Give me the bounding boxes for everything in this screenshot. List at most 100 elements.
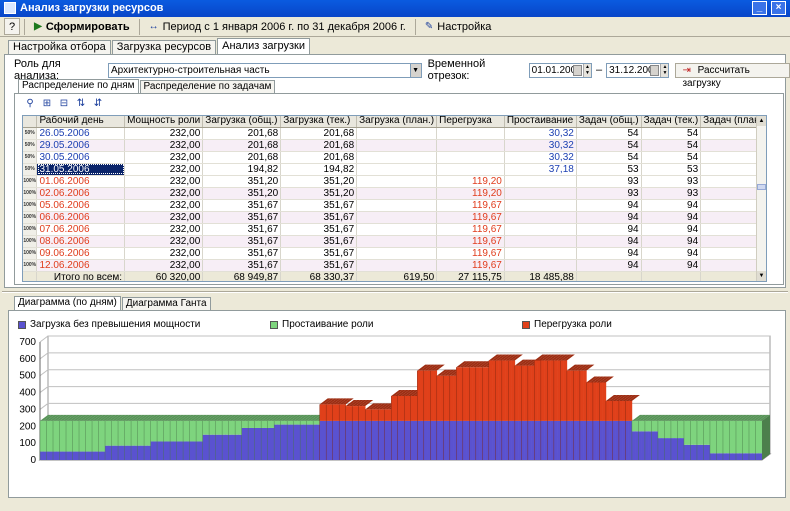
table-cell-tot[interactable]: 351,67 [202, 211, 282, 224]
sort-asc-icon[interactable]: ⇅ [75, 98, 87, 110]
table-cell-over[interactable]: 119,67 [436, 259, 505, 272]
filter-clear-icon[interactable]: ⊟ [58, 98, 70, 110]
table-cell-t-cur[interactable]: 94 [641, 211, 702, 224]
col-load-current[interactable]: Загрузка (тек.) [280, 116, 358, 128]
table-cell-cap[interactable]: 232,00 [124, 175, 204, 188]
table-cell-tot[interactable]: 351,67 [202, 223, 282, 236]
table-cell-plan[interactable] [356, 259, 438, 272]
table-cell-plan[interactable] [356, 187, 438, 200]
table-cell-tot[interactable]: 351,67 [202, 247, 282, 260]
calendar-icon[interactable] [650, 64, 660, 76]
table-cell-tot[interactable]: 201,68 [202, 127, 282, 140]
generate-button[interactable]: ▶ Сформировать [29, 18, 135, 35]
table-cell-cap[interactable]: 232,00 [124, 259, 204, 272]
table-cell-tot[interactable]: 351,67 [202, 235, 282, 248]
col-capacity[interactable]: Мощность роли [124, 116, 204, 128]
table-cell-tot[interactable]: 351,67 [202, 199, 282, 212]
table-cell-cap[interactable]: 232,00 [124, 211, 204, 224]
tab-load-analysis[interactable]: Анализ загрузки [217, 38, 311, 54]
table-cell-plan[interactable] [356, 163, 438, 176]
spin-icon[interactable]: ▲ ▼ [582, 63, 591, 77]
scroll-down-icon[interactable]: ▼ [757, 271, 766, 281]
table-cell-plan[interactable] [356, 139, 438, 152]
table-cell-cap[interactable]: 232,00 [124, 235, 204, 248]
row-marker[interactable]: 100% [23, 235, 38, 248]
row-marker[interactable]: 100% [23, 223, 38, 236]
table-cell-cap[interactable]: 232,00 [124, 247, 204, 260]
table-cell-cap[interactable]: 232,00 [124, 139, 204, 152]
table-cell-day[interactable]: 05.06.2006 [36, 199, 126, 212]
tab-daily-chart[interactable]: Диаграмма (по дням) [14, 296, 121, 310]
table-cell-over[interactable]: 119,67 [436, 199, 505, 212]
table-row[interactable]: 50% 26.05.2006 232,00 201,68 201,68 30,32 54 54 [23, 127, 766, 140]
table-cell-idle[interactable] [504, 175, 577, 188]
row-marker[interactable]: 100% [23, 187, 38, 200]
table-cell-t-tot[interactable]: 94 [576, 223, 642, 236]
table-cell-cur[interactable]: 201,68 [280, 151, 358, 164]
row-marker[interactable]: 50% [23, 127, 38, 140]
table-cell-t-tot[interactable]: 54 [576, 151, 642, 164]
table-cell-t-cur[interactable]: 93 [641, 187, 702, 200]
table-row[interactable]: 100% 08.06.2006 232,00 351,67 351,67 119,67 94… [23, 235, 766, 248]
table-cell-tot[interactable]: 351,20 [202, 187, 282, 200]
table-cell-plan[interactable] [356, 151, 438, 164]
table-cell-over[interactable]: 119,67 [436, 211, 505, 224]
table-row[interactable]: 100% 09.06.2006 232,00 351,67 351,67 119,67 94… [23, 247, 766, 260]
table-cell-t-tot[interactable]: 94 [576, 211, 642, 224]
table-cell-idle[interactable] [504, 247, 577, 260]
table-cell-cur[interactable]: 201,68 [280, 127, 358, 140]
filter-add-icon[interactable]: ⊞ [41, 98, 53, 110]
table-cell-cap[interactable]: 232,00 [124, 163, 204, 176]
row-marker[interactable]: 100% [23, 199, 38, 212]
row-marker[interactable]: 50% [23, 163, 38, 176]
table-cell-cur[interactable]: 351,67 [280, 199, 358, 212]
splitter[interactable] [2, 291, 788, 293]
table-cell-idle[interactable]: 30,32 [504, 127, 577, 140]
table-cell-t-cur[interactable]: 94 [641, 247, 702, 260]
table-cell-over[interactable]: 119,67 [436, 223, 505, 236]
row-marker[interactable]: 100% [23, 247, 38, 260]
table-cell-t-cur[interactable]: 54 [641, 139, 702, 152]
table-cell-t-tot[interactable]: 54 [576, 127, 642, 140]
table-cell-plan[interactable] [356, 247, 438, 260]
table-cell-t-tot[interactable]: 54 [576, 139, 642, 152]
table-row[interactable]: 100% 12.06.2006 232,00 351,67 351,67 119,67 94… [23, 259, 766, 272]
spin-icon[interactable]: ▲ ▼ [660, 63, 669, 77]
table-cell-t-tot[interactable]: 94 [576, 259, 642, 272]
table-cell-plan[interactable] [356, 223, 438, 236]
table-cell-plan[interactable] [356, 199, 438, 212]
table-cell-t-tot[interactable]: 94 [576, 199, 642, 212]
chevron-down-icon[interactable]: ▼ [409, 63, 421, 77]
table-cell-t-cur[interactable]: 94 [641, 259, 702, 272]
table-cell-tot[interactable]: 351,67 [202, 259, 282, 272]
date-to-field[interactable]: 31.12.2006 ▲ ▼ [606, 62, 670, 78]
tab-by-tasks[interactable]: Распределение по задачам [139, 80, 276, 93]
table-cell-over[interactable] [436, 163, 505, 176]
table-cell-idle[interactable] [504, 187, 577, 200]
table-cell-over[interactable] [436, 151, 505, 164]
table-cell-cap[interactable]: 232,00 [124, 223, 204, 236]
col-tasks-total[interactable]: Задач (общ.) [576, 116, 642, 128]
table-cell-cur[interactable]: 351,20 [280, 187, 358, 200]
table-cell-t-cur[interactable]: 54 [641, 127, 702, 140]
table-cell-idle[interactable] [504, 259, 577, 272]
table-cell-cap[interactable]: 232,00 [124, 127, 204, 140]
table-cell-t-tot[interactable]: 93 [576, 187, 642, 200]
table-cell-idle[interactable] [504, 211, 577, 224]
tab-resource-load[interactable]: Загрузка ресурсов [111, 40, 217, 54]
calculate-load-button[interactable]: ⇥ Рассчитать загрузку [675, 62, 790, 89]
col-tasks-current[interactable]: Задач (тек.) [641, 116, 702, 128]
table-cell-plan[interactable] [356, 211, 438, 224]
table-cell-day[interactable]: 02.06.2006 [36, 187, 126, 200]
table-cell-day[interactable]: 07.06.2006 [36, 223, 126, 236]
table-cell-t-tot[interactable]: 53 [576, 163, 642, 176]
col-load-plan[interactable]: Загрузка (план.) [356, 116, 438, 128]
col-workday[interactable]: Рабочий день [36, 116, 126, 128]
table-cell-day[interactable]: 09.06.2006 [36, 247, 126, 260]
table-cell-over[interactable]: 119,67 [436, 247, 505, 260]
table-cell-day[interactable]: 01.06.2006 [36, 175, 126, 188]
table-cell-cur[interactable]: 351,67 [280, 259, 358, 272]
tab-by-days[interactable]: Распределение по дням [18, 79, 139, 93]
scroll-up-icon[interactable]: ▲ [757, 116, 766, 126]
table-cell-over[interactable] [436, 127, 505, 140]
